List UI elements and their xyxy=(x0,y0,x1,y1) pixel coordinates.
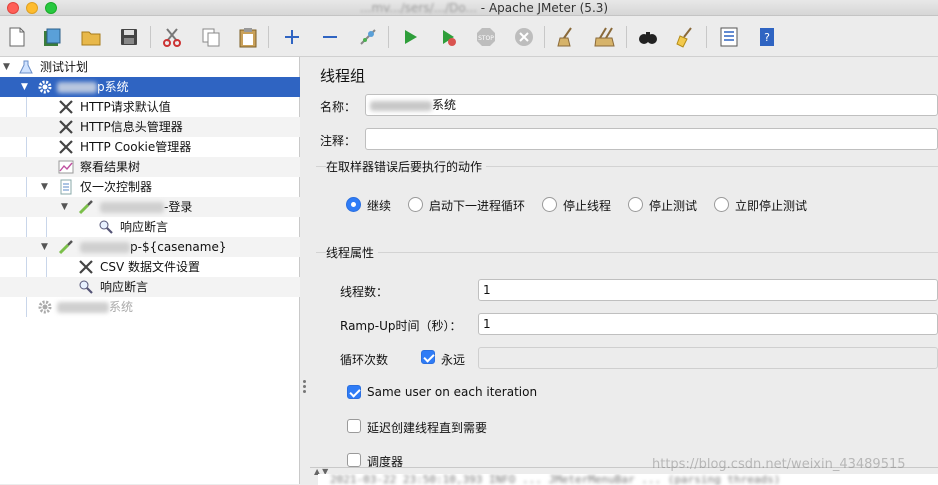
wrench-icon xyxy=(78,259,94,275)
pane-splitter[interactable] xyxy=(300,57,310,484)
help-icon[interactable]: ? xyxy=(755,25,779,49)
tree-node-csv-data-set[interactable]: CSV 数据文件设置 xyxy=(0,257,300,277)
rampup-label: Ramp-Up时间（秒）： xyxy=(340,319,462,333)
start-no-pause-icon[interactable] xyxy=(436,25,460,49)
controller-icon xyxy=(58,179,74,195)
gear-icon xyxy=(37,79,53,95)
radio-stop-test[interactable] xyxy=(628,197,643,212)
reset-search-icon[interactable] xyxy=(674,25,698,49)
search-icon[interactable] xyxy=(636,25,660,49)
thread-group-panel: 线程组 名称： 系统 注释： 在取样器错误后要执行的动作 继续 启动下一进程循环… xyxy=(310,57,938,469)
same-user-checkbox[interactable] xyxy=(347,385,361,399)
tree-node-login-sampler[interactable]: ▼ -登录 xyxy=(0,197,300,217)
function-helper-icon[interactable] xyxy=(717,25,741,49)
test-plan-icon xyxy=(18,59,34,75)
tree-node-test-plan[interactable]: ▼ 测试计划 xyxy=(0,57,300,77)
open-icon[interactable] xyxy=(79,25,103,49)
loop-count-field[interactable] xyxy=(478,347,938,369)
svg-text:STOP: STOP xyxy=(478,35,494,42)
tree-node-response-assertion-2[interactable]: 响应断言 xyxy=(0,277,300,297)
name-label: 名称： xyxy=(320,100,357,114)
pipette-icon xyxy=(58,239,74,255)
wrench-icon xyxy=(58,99,74,115)
watermark: https://blog.csdn.net/weixin_43489515 xyxy=(652,457,906,472)
expand-icon[interactable] xyxy=(280,25,304,49)
shutdown-icon[interactable] xyxy=(512,25,536,49)
paste-icon[interactable] xyxy=(236,25,260,49)
wrench-icon xyxy=(58,139,74,155)
tree-node-disabled-thread-group[interactable]: 系统 xyxy=(0,297,300,317)
window-title: ...mv.../sers/.../Do... - Apache JMeter … xyxy=(360,1,609,15)
templates-icon[interactable] xyxy=(40,25,64,49)
copy-icon[interactable] xyxy=(199,25,223,49)
scheduler-checkbox[interactable] xyxy=(347,453,361,467)
close-window-button[interactable] xyxy=(7,2,19,14)
forever-checkbox[interactable] xyxy=(421,350,435,364)
comment-field[interactable] xyxy=(365,128,938,150)
tree-node-results-tree[interactable]: 察看结果树 xyxy=(0,157,300,177)
comment-label: 注释： xyxy=(320,134,357,148)
tree-node-thread-group[interactable]: ▼ p系统 xyxy=(0,77,300,97)
new-icon[interactable] xyxy=(5,25,29,49)
toggle-icon[interactable] xyxy=(356,25,380,49)
page-title: 线程组 xyxy=(320,67,366,85)
radio-stop-test-now[interactable] xyxy=(714,197,729,212)
maximize-window-button[interactable] xyxy=(45,2,57,14)
main-toolbar: STOP ? xyxy=(0,17,938,57)
threads-label: 线程数： xyxy=(340,285,389,299)
start-icon[interactable] xyxy=(398,25,422,49)
log-line: 2021-03-22 23:50:10,393 INFO ... JMeterM… xyxy=(318,474,938,485)
title-bar: ...mv.../sers/.../Do... - Apache JMeter … xyxy=(0,0,938,16)
tree-node-header-manager[interactable]: HTTP信息头管理器 xyxy=(0,117,300,137)
clear-icon[interactable] xyxy=(555,25,579,49)
tree-node-response-assertion-1[interactable]: 响应断言 xyxy=(0,217,300,237)
loop-label: 循环次数 xyxy=(340,353,389,367)
pipette-icon xyxy=(78,199,94,215)
radio-start-next-loop[interactable] xyxy=(408,197,423,212)
delay-thread-creation-checkbox[interactable] xyxy=(347,419,361,433)
magnifier-icon xyxy=(78,279,94,295)
cut-icon[interactable] xyxy=(160,25,184,49)
graph-icon xyxy=(58,159,74,175)
wrench-icon xyxy=(58,119,74,135)
stop-icon[interactable]: STOP xyxy=(474,25,498,49)
thread-props-group-title: 线程属性 xyxy=(326,244,379,261)
test-plan-tree: ▼ 测试计划 ▼ p系统 HTTP请求默认值 HTTP信息头管理器 HTTP C… xyxy=(0,57,300,484)
error-action-group-title: 在取样器错误后要执行的动作 xyxy=(326,158,487,175)
save-icon[interactable] xyxy=(117,25,141,49)
tree-node-casename-sampler[interactable]: ▼ p-${casename} xyxy=(0,237,300,257)
collapse-icon[interactable] xyxy=(318,25,342,49)
gear-icon xyxy=(37,299,53,315)
tree-node-cookie-manager[interactable]: HTTP Cookie管理器 xyxy=(0,137,300,157)
name-field[interactable]: 系统 xyxy=(365,94,938,116)
window-title-path: ...mv.../sers/.../Do... xyxy=(360,1,477,15)
window-title-app: Apache JMeter (5.3) xyxy=(488,1,609,15)
tree-node-once-only-controller[interactable]: ▼ 仅一次控制器 xyxy=(0,177,300,197)
minimize-window-button[interactable] xyxy=(26,2,38,14)
radio-stop-thread[interactable] xyxy=(542,197,557,212)
radio-continue[interactable] xyxy=(346,197,361,212)
rampup-field[interactable]: 1 xyxy=(478,313,938,335)
magnifier-icon xyxy=(98,219,114,235)
clear-all-icon[interactable] xyxy=(593,25,617,49)
svg-text:?: ? xyxy=(764,31,770,44)
tree-node-http-defaults[interactable]: HTTP请求默认值 xyxy=(0,97,300,117)
threads-field[interactable]: 1 xyxy=(478,279,938,301)
